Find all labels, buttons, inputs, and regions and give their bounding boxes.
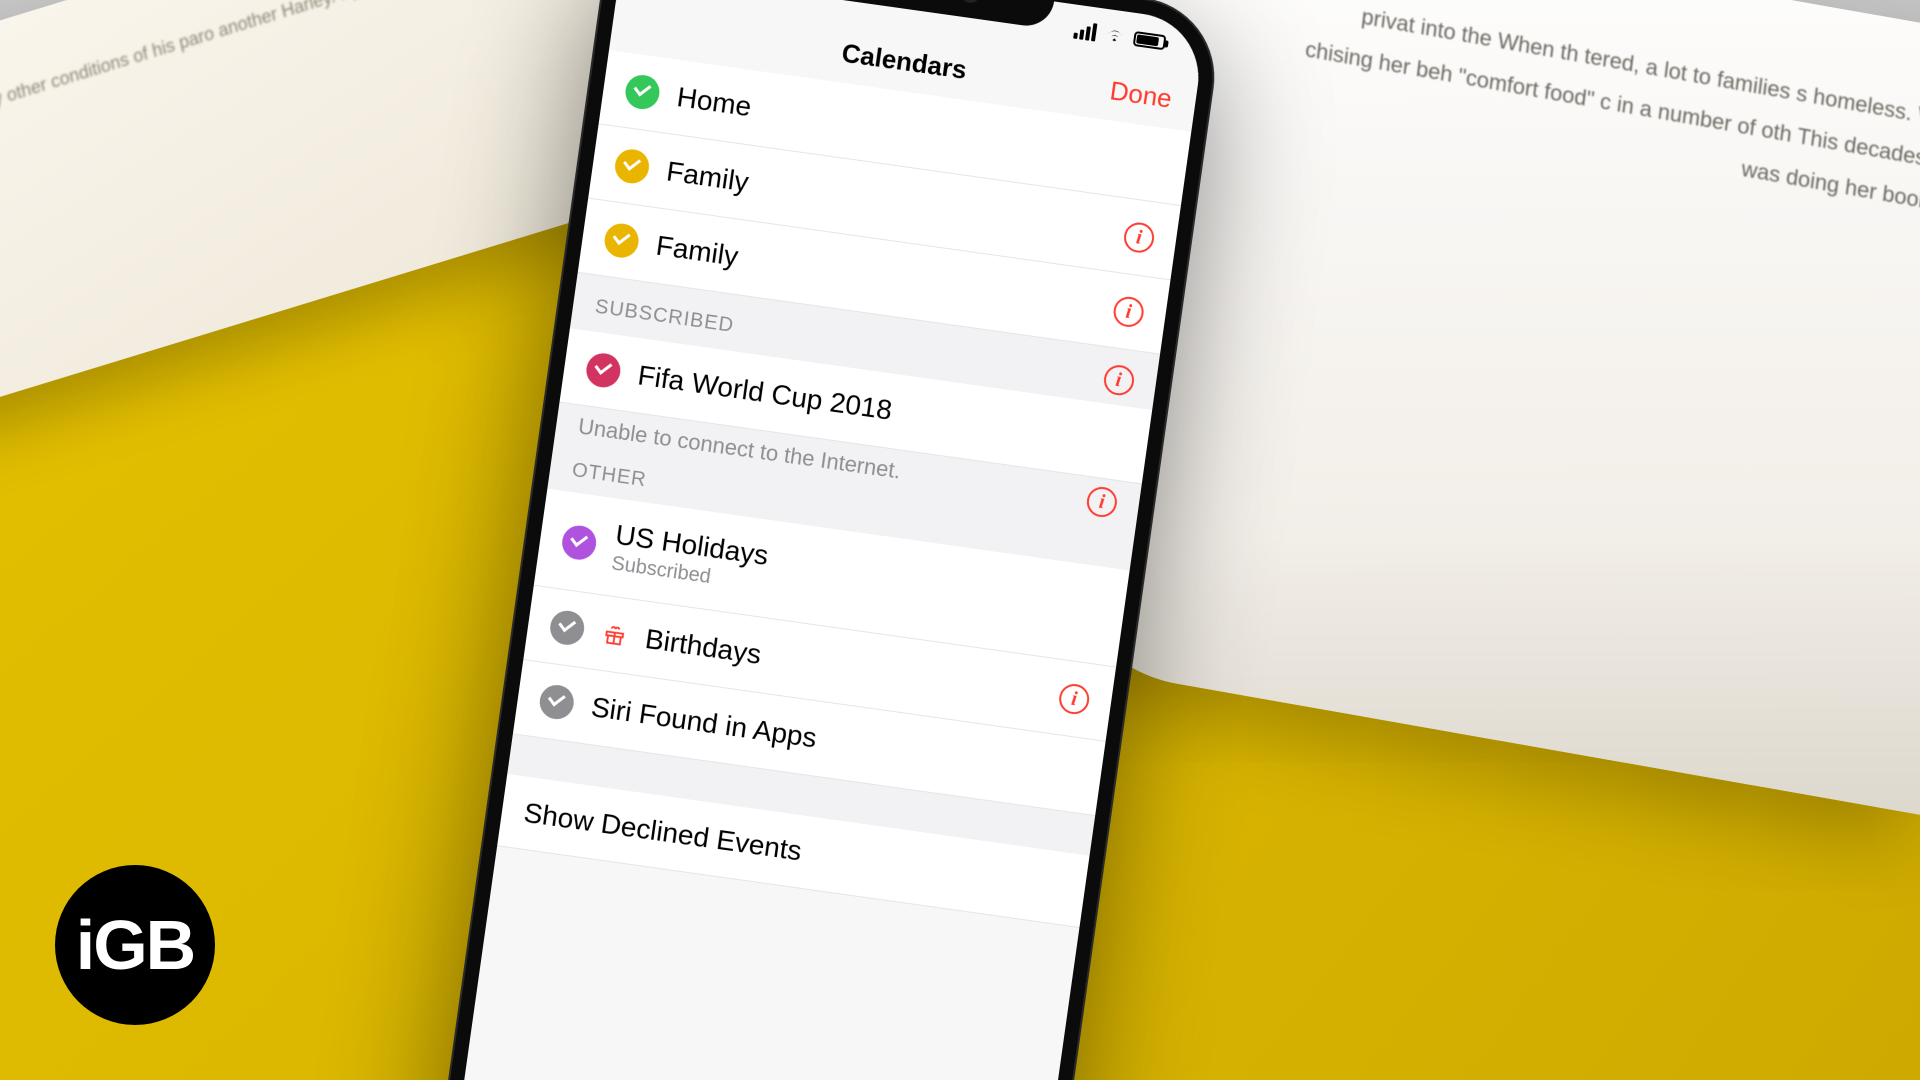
battery-icon [1133, 30, 1167, 49]
checkmark-icon[interactable] [613, 147, 651, 185]
checkmark-icon[interactable] [584, 351, 622, 389]
checkmark-icon[interactable] [623, 73, 661, 111]
calendar-label: Fifa World Cup 2018 [636, 359, 894, 426]
section-title: SUBSCRIBED [594, 295, 736, 337]
calendar-label: Birthdays [643, 623, 763, 671]
page-title: Calendars [840, 37, 969, 85]
calendar-label: Family [654, 230, 740, 273]
info-icon[interactable]: i [1112, 295, 1146, 329]
info-icon[interactable]: i [1122, 221, 1156, 255]
checkmark-icon[interactable] [548, 609, 586, 647]
checkmark-icon[interactable] [538, 683, 576, 721]
done-button[interactable]: Done [1108, 75, 1174, 114]
section-title: OTHER [571, 459, 648, 492]
wifi-icon [1102, 21, 1127, 50]
cellular-signal-icon [1073, 21, 1097, 42]
book-right-text: privat into the When th tered, a lot to … [1288, 0, 1920, 224]
checkmark-icon[interactable] [602, 221, 640, 259]
calendar-label: Family [664, 155, 750, 198]
igb-logo-text: iGB [76, 905, 194, 985]
checkmark-icon[interactable] [560, 523, 598, 561]
igb-logo-badge: iGB [55, 865, 215, 1025]
info-icon[interactable]: i [1057, 682, 1091, 716]
calendar-label: Home [675, 81, 753, 123]
calendars-list: Home Family i Family i SUBSCRIBED i Fifa… [497, 50, 1191, 928]
gift-icon [600, 622, 629, 647]
calendar-label: Siri Found in Apps [589, 691, 818, 754]
book-left-text: on any other conditions of his paro anot… [0, 0, 585, 127]
info-icon[interactable]: i [1102, 363, 1136, 397]
info-icon[interactable]: i [1085, 485, 1119, 519]
